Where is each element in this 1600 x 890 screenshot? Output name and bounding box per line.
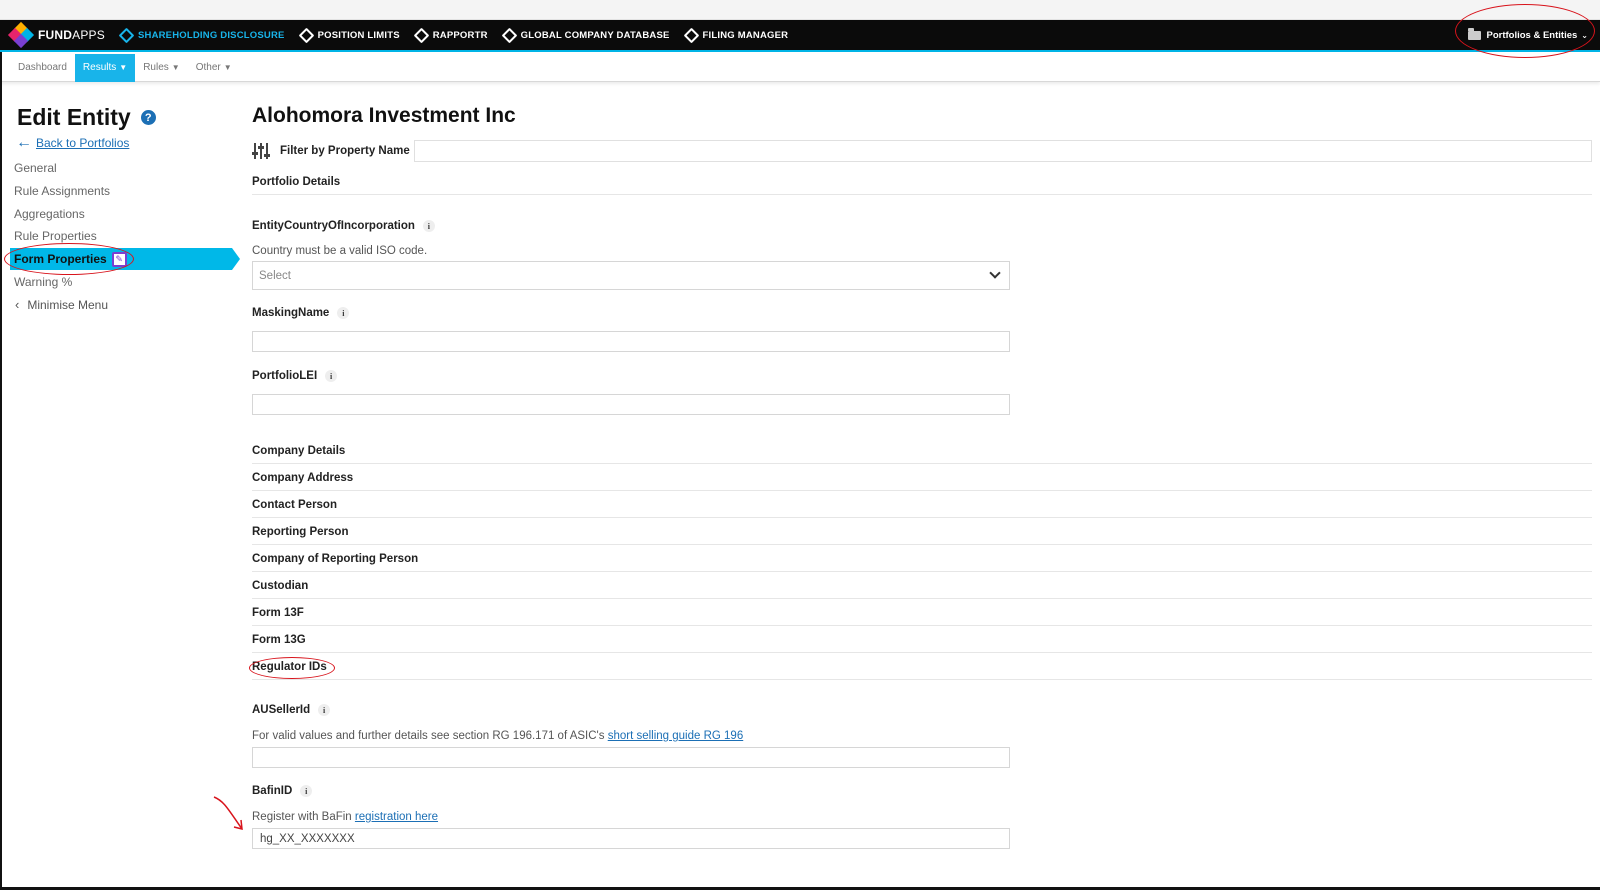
annotation-arrow-icon xyxy=(213,796,243,830)
filter-label: Filter by Property Name xyxy=(280,145,410,157)
masking-name-input[interactable] xyxy=(252,331,1010,352)
window-left-edge xyxy=(0,52,2,890)
nav-global-company-database[interactable]: GLOBAL COMPANY DATABASE xyxy=(501,27,670,43)
page-title: Edit Entity ? xyxy=(17,104,156,131)
subnav-results[interactable]: Results ▼ xyxy=(74,53,136,82)
sidebar-item-warning[interactable]: Warning % xyxy=(14,275,72,289)
sidebar: Edit Entity ? ← Back to Portfolios Gener… xyxy=(0,82,250,890)
short-selling-guide-link[interactable]: short selling guide RG 196 xyxy=(608,730,744,742)
bafin-id-label: BafinID i xyxy=(252,785,313,797)
bafin-id-input[interactable]: hg_XX_XXXXXXX xyxy=(252,828,1010,849)
auseller-id-input[interactable] xyxy=(252,747,1010,768)
nav-filing-manager[interactable]: FILING MANAGER xyxy=(683,27,789,43)
chevron-left-icon: ‹ xyxy=(15,297,20,312)
portfolio-lei-input[interactable] xyxy=(252,394,1010,415)
section-portfolio-details[interactable]: Portfolio Details xyxy=(252,176,1592,195)
section-custodian[interactable]: Custodian xyxy=(252,580,1592,599)
nav-position-limits[interactable]: POSITION LIMITS xyxy=(298,27,400,43)
country-select[interactable]: Select xyxy=(252,261,1010,290)
shareholding-icon xyxy=(118,27,135,43)
brand-name: FUNDAPPS xyxy=(38,28,105,42)
caret-down-icon: ▼ xyxy=(223,63,232,72)
subnav-dashboard[interactable]: Dashboard xyxy=(10,54,75,82)
section-company-address[interactable]: Company Address xyxy=(252,472,1592,491)
masking-name-label: MaskingName i xyxy=(252,307,350,319)
info-icon[interactable]: i xyxy=(300,785,313,797)
auseller-id-label: AUSellerId i xyxy=(252,704,331,716)
subnav-other[interactable]: Other ▼ xyxy=(188,54,240,82)
info-icon[interactable]: i xyxy=(318,704,331,716)
sidebar-item-general[interactable]: General xyxy=(14,161,57,175)
info-icon[interactable]: i xyxy=(325,370,338,382)
section-form-13f[interactable]: Form 13F xyxy=(252,607,1592,626)
filing-manager-icon xyxy=(683,27,699,43)
section-form-13g[interactable]: Form 13G xyxy=(252,634,1592,653)
arrow-left-icon: ← xyxy=(16,134,32,151)
info-icon[interactable]: i xyxy=(422,220,435,232)
edit-icon: ✎ xyxy=(111,251,127,267)
browser-top-strip xyxy=(0,0,1600,20)
portfolios-entities-menu[interactable]: Portfolios & Entities ⌄ xyxy=(1467,27,1588,41)
nav-shareholding-disclosure[interactable]: SHAREHOLDING DISCLOSURE xyxy=(118,27,285,43)
bafin-registration-link[interactable]: registration here xyxy=(355,811,438,823)
auseller-help-text: For valid values and further details see… xyxy=(252,730,744,742)
section-reporting-person[interactable]: Reporting Person xyxy=(252,526,1592,545)
chevron-down-icon: ⌄ xyxy=(1581,30,1588,40)
help-icon[interactable]: ? xyxy=(140,110,156,125)
fundapps-logo-icon xyxy=(7,21,35,49)
minimise-menu-button[interactable]: ‹ Minimise Menu xyxy=(15,297,108,312)
sidebar-item-rule-properties[interactable]: Rule Properties xyxy=(14,229,97,243)
subnav-rules[interactable]: Rules ▼ xyxy=(135,54,188,82)
filter-sliders-icon xyxy=(252,142,270,160)
sidebar-item-aggregations[interactable]: Aggregations xyxy=(14,207,85,221)
section-regulator-ids[interactable]: Regulator IDs xyxy=(252,661,1592,680)
position-limits-icon xyxy=(298,27,314,43)
info-icon[interactable]: i xyxy=(337,307,350,319)
bafin-help-text: Register with BaFin registration here xyxy=(252,811,439,823)
back-to-portfolios-link[interactable]: ← Back to Portfolios xyxy=(16,134,129,152)
filter-input[interactable] xyxy=(413,140,1592,162)
country-help-text: Country must be a valid ISO code. xyxy=(252,245,428,257)
country-field-label: EntityCountryOfIncorporation i xyxy=(252,220,435,232)
caret-down-icon: ▼ xyxy=(119,63,128,72)
section-contact-person[interactable]: Contact Person xyxy=(252,499,1592,518)
chevron-down-icon xyxy=(989,267,1001,279)
global-company-database-icon xyxy=(501,27,517,43)
rapportr-icon xyxy=(413,27,430,43)
folder-icon xyxy=(1467,27,1481,40)
section-company-of-reporting-person[interactable]: Company of Reporting Person xyxy=(252,553,1592,572)
filter-row: Filter by Property Name xyxy=(252,140,1592,162)
sub-navigation: Dashboard Results ▼ Rules ▼ Other ▼ xyxy=(0,53,1600,82)
portfolio-lei-label: PortfolioLEI i xyxy=(252,370,338,382)
nav-rapportr[interactable]: RAPPORTR xyxy=(413,27,488,43)
sidebar-item-rule-assignments[interactable]: Rule Assignments xyxy=(14,184,110,198)
top-navigation: FUNDAPPS SHAREHOLDING DISCLOSURE POSITIO… xyxy=(0,20,1600,52)
main-content: Alohomora Investment Inc Filter by Prope… xyxy=(252,82,1600,890)
brand-logo-link[interactable]: FUNDAPPS xyxy=(7,20,105,50)
caret-down-icon: ▼ xyxy=(171,63,180,72)
sidebar-item-form-properties[interactable]: Form Properties ✎ xyxy=(10,248,240,270)
entity-name: Alohomora Investment Inc xyxy=(252,104,516,127)
section-company-details[interactable]: Company Details xyxy=(252,445,1592,464)
